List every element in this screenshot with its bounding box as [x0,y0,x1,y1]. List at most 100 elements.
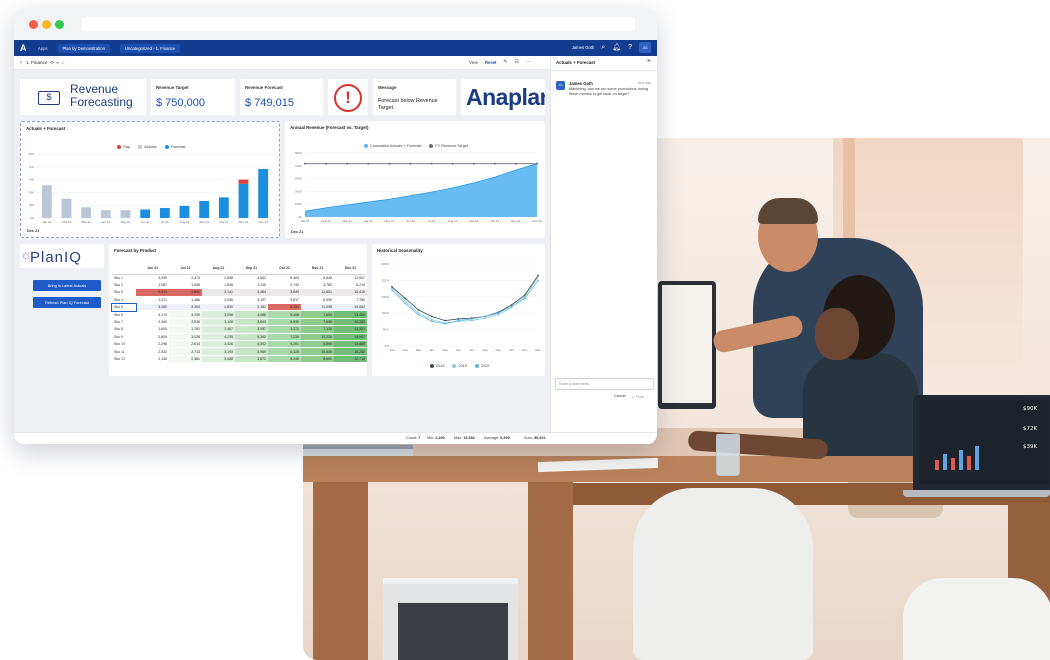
table-cell[interactable]: 6,214 [334,281,367,290]
actuals-forecast-chart[interactable]: Actuals + Forecast Gap Actuals Forecast … [20,121,280,238]
help-icon[interactable]: ? [628,42,632,53]
edit-icon[interactable]: ✎ [503,59,507,65]
annual-revenue-chart[interactable]: Annual Revenue (Forecast vs. Target) Cum… [285,121,545,238]
notifications-icon[interactable]: 🔔︎ [612,42,621,53]
crumb-page[interactable]: Uncategorized › 1. Finance [119,43,181,53]
table-cell[interactable]: 7,780 [334,296,367,305]
table-cell[interactable]: 5,248 [268,355,301,364]
close-icon[interactable]: × [647,58,651,65]
table-cell[interactable]: 1,600 [136,325,169,334]
table-cell[interactable]: 3,936 [202,296,235,305]
table-cell[interactable]: 11,601 [301,288,334,297]
table-cell[interactable]: 7,130 [301,325,334,334]
table-cell[interactable]: 1,781 [169,325,202,334]
address-bar[interactable] [82,17,635,31]
table-cell[interactable]: 3,280 [136,303,169,312]
table-cell[interactable]: 2,290 [136,274,169,282]
table-cell[interactable]: 3,097 [235,325,268,334]
table-cell[interactable]: 11,098 [301,303,334,312]
table-row[interactable]: Sku 10 2,298 2,614 3,426 4,302 5,251 8,896 13,4… [112,340,367,349]
table-cell[interactable]: 6,128 [268,347,301,356]
table-cell[interactable]: 3,088 [202,355,235,364]
table-cell[interactable]: 3,394 [169,303,202,312]
table-cell[interactable]: 3,259 [169,310,202,319]
table-cell[interactable]: 4,235 [202,333,235,342]
table-cell[interactable]: 19,652 [334,303,367,312]
table-cell[interactable]: 2,713 [169,347,202,356]
table-row[interactable]: Sku 2 1,087 1,698 1,845 2,110 2,743 3,782 6,214 [112,281,367,290]
maximize-dot[interactable] [55,20,64,29]
table-cell[interactable]: 1,371 [136,296,169,305]
table-cell[interactable]: 5,090 [301,296,334,305]
historical-seasonality-chart[interactable]: Historical Seasonality 0% 80% 160% 240% 320%… [372,244,545,376]
table-cell[interactable]: 2,136 [136,355,169,364]
table-cell[interactable]: 12,007 [334,274,367,282]
table-cell[interactable]: 2,614 [169,340,202,349]
comment-input[interactable]: Enter a comment... [555,378,654,390]
table-cell[interactable]: 6,649 [301,274,334,282]
table-cell[interactable]: 16,557 [334,333,367,342]
table-cell[interactable]: 5,830 [268,318,301,327]
column-header[interactable]: Dec 21 [334,262,367,275]
column-header[interactable]: Aug 21 [202,262,235,275]
table-cell[interactable]: 2,743 [268,281,301,290]
table-cell[interactable]: 1,845 [202,281,235,290]
table-row[interactable]: Sku 12 2,136 2,381 3,088 3,872 5,248 8,691 12,7… [112,355,367,364]
avatar[interactable]: JG [639,42,651,53]
table-cell[interactable]: 1,087 [136,281,169,290]
table-cell[interactable]: 3,969 [235,347,268,356]
table-row[interactable]: Sku 4 1,371 1,486 3,936 3,197 3,817 5,090 7,780 [112,296,367,305]
table-cell[interactable]: 2,891 [169,288,202,297]
table-cell[interactable]: 15,282 [334,347,367,356]
table-cell[interactable]: 7,690 [301,310,334,319]
anaplan-logo-icon[interactable]: A [20,43,30,53]
column-header[interactable] [112,262,136,275]
table-cell[interactable]: 3,170 [136,310,169,319]
table-cell[interactable]: 3,372 [268,325,301,334]
table-cell[interactable]: 10,930 [301,347,334,356]
table-cell[interactable]: 7,239 [268,333,301,342]
column-header[interactable]: Jun 21 [136,262,169,275]
table-cell[interactable]: 3,141 [202,288,235,297]
table-cell[interactable]: 2,608 [202,274,235,282]
table-cell[interactable]: 3,098 [202,310,235,319]
table-row[interactable]: Sku 9 2,809 3,028 4,235 5,392 7,239 12,230 16,5… [112,333,367,342]
table-cell[interactable]: 15,419 [334,288,367,297]
table-cell[interactable]: 2,532 [136,347,169,356]
table-cell[interactable]: 2,300 [136,318,169,327]
table-cell[interactable]: 8,153 [268,303,301,312]
view-dropdown[interactable]: View [469,60,478,65]
table-row[interactable]: Sku 6 3,170 3,259 3,098 4,088 5,458 7,690 13,40… [112,310,367,319]
table-cell[interactable]: 4,302 [235,340,268,349]
table-cell[interactable]: 3,197 [235,296,268,305]
table-cell[interactable]: 2,374 [169,274,202,282]
user-menu[interactable]: James Goth [572,45,595,50]
table-cell[interactable]: 3,817 [268,296,301,305]
table-cell[interactable]: 5,251 [268,340,301,349]
table-cell[interactable]: 12,230 [301,333,334,342]
table-cell[interactable]: 2,535 [169,318,202,327]
table-cell[interactable]: 4,830 [202,303,235,312]
table-cell[interactable]: 3,028 [169,333,202,342]
table-cell[interactable]: 13,400 [334,310,367,319]
table-cell[interactable]: 7,698 [301,318,334,327]
search-icon[interactable]: ⌕ [601,42,605,53]
minimize-dot[interactable] [42,20,51,29]
post-button[interactable]: ▷ Post [632,394,644,399]
column-header[interactable]: Jul 21 [169,262,202,275]
table-row[interactable]: Sku 5 3,280 3,394 4,830 5,182 8,153 11,098 19,6… [111,302,367,313]
table-cell[interactable]: 3,384 [235,288,268,297]
table-cell[interactable]: 3,872 [235,355,268,364]
table-cell[interactable]: 5,458 [268,310,301,319]
reset-button[interactable]: Reset [485,60,496,65]
table-row[interactable]: Sku 8 1,600 1,781 2,467 3,097 3,372 7,130 11,32… [112,325,367,334]
table-row[interactable]: Sku 11 2,532 2,713 3,193 3,969 6,128 10,930 15,… [112,347,367,356]
table-cell[interactable]: 3,426 [202,340,235,349]
table-cell[interactable]: 4,842 [235,274,268,282]
table-row[interactable]: Sku 7 2,300 2,535 3,108 3,893 5,830 7,698 10,28… [112,318,367,327]
table-cell[interactable]: 3,893 [235,318,268,327]
table-cell[interactable]: 12,710 [334,355,367,364]
table-cell[interactable]: 3,782 [301,281,334,290]
table-cell[interactable]: 4,088 [235,310,268,319]
table-cell[interactable]: 2,813 [136,288,169,297]
